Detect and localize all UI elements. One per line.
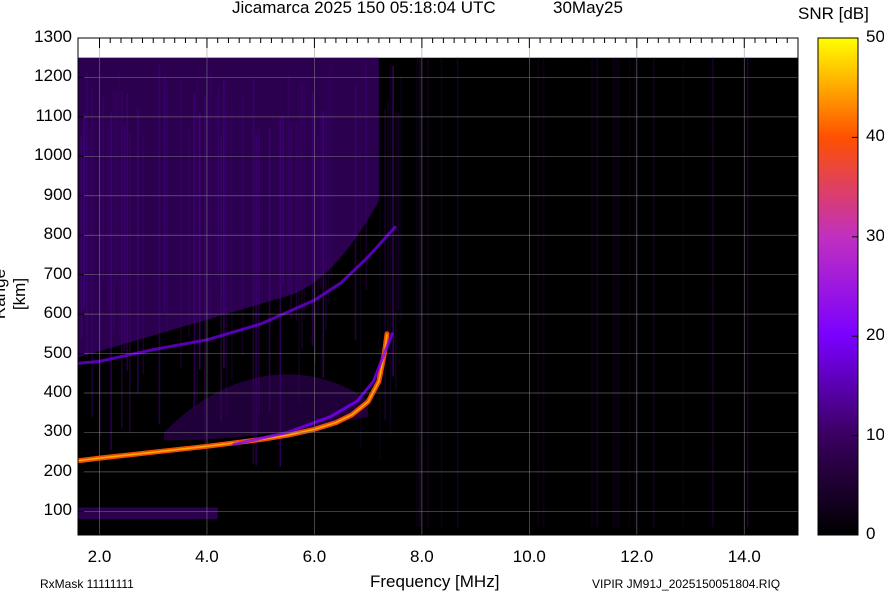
x-tick-label: 10.0 xyxy=(512,547,546,566)
x-tick-label: 4.0 xyxy=(195,547,219,566)
colorbar-tick-label: 50 xyxy=(866,27,884,46)
colorbar-tick-label: 20 xyxy=(866,325,884,345)
x-tick-label: 2.0 xyxy=(87,547,112,566)
x-tick-label: 8.0 xyxy=(410,547,434,566)
colorbar-tick-label: 10 xyxy=(866,424,884,444)
file-name-label: VIPIR JM91J_2025150051804.RIQ xyxy=(592,577,781,591)
noise-stripe xyxy=(612,57,615,528)
ionogram-figure xyxy=(77,37,859,536)
y-tick-label: 700 xyxy=(43,263,72,283)
low-range-band xyxy=(78,507,218,520)
noise-stripe xyxy=(440,57,443,528)
noise-stripe xyxy=(378,114,381,461)
colorbar-tick-label: 0 xyxy=(866,524,876,543)
noise-stripe xyxy=(427,57,429,528)
noise-stripe xyxy=(389,64,392,437)
noise-stripe xyxy=(618,57,620,528)
x-axis-label: Frequency [MHz] xyxy=(370,572,500,591)
y-tick-label: 900 xyxy=(43,184,72,204)
noise-stripe xyxy=(634,57,636,528)
noise-stripe xyxy=(542,57,545,528)
y-tick-label: 1300 xyxy=(34,27,72,46)
y-tick-label: 1100 xyxy=(35,105,72,125)
chart-date: 30May25 xyxy=(553,0,623,17)
noise-stripe xyxy=(416,57,419,528)
colorbar-tick-label: 40 xyxy=(866,126,884,146)
x-tick-label: 14.0 xyxy=(727,547,761,566)
y-tick-label: 200 xyxy=(43,460,72,480)
colorbar-label: SNR [dB] xyxy=(798,4,869,23)
y-tick-label: 600 xyxy=(43,303,72,323)
noise-stripe xyxy=(395,111,397,391)
rx-mask-label: RxMask 11111111 xyxy=(40,577,134,591)
y-tick-label: 100 xyxy=(43,500,72,520)
noise-stripe xyxy=(652,57,655,528)
chart-title: Jicamarca 2025 150 05:18:04 UTC xyxy=(232,0,496,17)
noise-stripe xyxy=(712,57,714,528)
colorbar-gradient xyxy=(817,37,859,536)
y-tick-label: 500 xyxy=(43,342,72,362)
noise-stripe xyxy=(615,57,617,528)
noise-stripe xyxy=(419,57,421,528)
noise-stripe xyxy=(537,57,540,528)
y-tick-label: 400 xyxy=(43,382,72,401)
x-tick-label: 6.0 xyxy=(302,547,327,566)
noise-stripe xyxy=(456,57,459,528)
noise-stripe xyxy=(392,65,394,377)
y-tick-label: 800 xyxy=(43,224,72,244)
noise-stripe xyxy=(628,57,631,528)
noise-stripe xyxy=(596,57,599,528)
noise-stripe xyxy=(400,75,402,320)
noise-stripe xyxy=(384,109,386,420)
x-tick-label: 12.0 xyxy=(620,547,654,566)
noise-stripe xyxy=(591,57,593,528)
y-tick-label: 300 xyxy=(43,421,72,441)
y-tick-label: 1000 xyxy=(34,145,72,165)
y-tick-label: 1200 xyxy=(34,66,72,86)
colorbar-tick-label: 30 xyxy=(866,225,884,245)
colorbar xyxy=(817,37,859,536)
noise-stripe xyxy=(386,102,389,342)
noise-stripe xyxy=(682,57,685,528)
noise-stripe xyxy=(746,57,749,528)
noise-stripe xyxy=(397,112,400,311)
